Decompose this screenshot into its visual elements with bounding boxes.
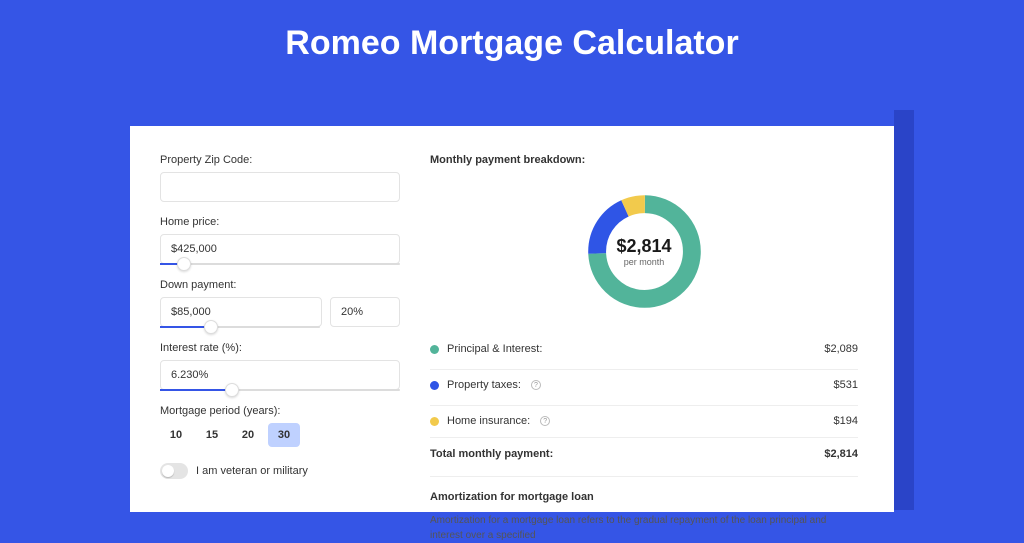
legend-tax-label: Property taxes: [447,379,521,391]
amortization-section: Amortization for mortgage loan Amortizat… [430,476,858,543]
legend-tax: Property taxes: ? $531 [430,370,858,399]
period-20-button[interactable]: 20 [232,423,264,447]
total-label: Total monthly payment: [430,448,553,460]
toggle-knob [162,465,174,477]
legend-ins-value: $194 [834,415,858,427]
rate-group: Interest rate (%): [160,342,400,391]
down-payment-group: Down payment: [160,279,400,328]
total-row: Total monthly payment: $2,814 [430,437,858,470]
home-price-input[interactable] [160,234,400,264]
home-price-slider[interactable] [160,263,400,265]
period-10-button[interactable]: 10 [160,423,192,447]
slider-thumb[interactable] [204,320,218,334]
period-options: 10 15 20 30 [160,423,400,447]
calculator-card: Property Zip Code: Home price: Down paym… [130,126,894,512]
veteran-label: I am veteran or military [196,465,308,477]
down-payment-label: Down payment: [160,279,400,291]
slider-thumb[interactable] [177,257,191,271]
zip-input[interactable] [160,172,400,202]
breakdown-panel: Monthly payment breakdown: $2,814 per mo… [430,154,858,512]
card-shadow [894,110,914,510]
amortization-heading: Amortization for mortgage loan [430,491,858,503]
form-panel: Property Zip Code: Home price: Down paym… [160,154,400,512]
rate-input[interactable] [160,360,400,390]
breakdown-heading: Monthly payment breakdown: [430,154,858,166]
donut-center: $2,814 per month [616,236,671,267]
down-payment-input[interactable] [160,297,322,327]
home-price-group: Home price: [160,216,400,265]
dot-icon [430,345,439,354]
legend-ins: Home insurance: ? $194 [430,406,858,435]
slider-thumb[interactable] [225,383,239,397]
veteran-toggle[interactable] [160,463,188,479]
slider-fill [160,389,232,391]
total-value: $2,814 [824,448,858,460]
dot-icon [430,381,439,390]
rate-label: Interest rate (%): [160,342,400,354]
period-group: Mortgage period (years): 10 15 20 30 [160,405,400,447]
zip-label: Property Zip Code: [160,154,400,166]
donut-chart: $2,814 per month [430,176,858,326]
legend-pi: Principal & Interest: $2,089 [430,334,858,363]
legend-ins-label: Home insurance: [447,415,530,427]
page-title: Romeo Mortgage Calculator [0,0,1024,83]
dot-icon [430,417,439,426]
legend-tax-value: $531 [834,379,858,391]
period-label: Mortgage period (years): [160,405,400,417]
down-payment-pct-input[interactable] [330,297,400,327]
amortization-text: Amortization for a mortgage loan refers … [430,513,858,543]
info-icon[interactable]: ? [531,380,541,390]
period-30-button[interactable]: 30 [268,423,300,447]
rate-slider[interactable] [160,389,400,391]
period-15-button[interactable]: 15 [196,423,228,447]
down-payment-slider[interactable] [160,326,320,328]
legend-pi-value: $2,089 [824,343,858,355]
donut-amount: $2,814 [616,236,671,257]
donut-sub: per month [616,257,671,267]
home-price-label: Home price: [160,216,400,228]
veteran-row: I am veteran or military [160,463,400,479]
info-icon[interactable]: ? [540,416,550,426]
legend-pi-label: Principal & Interest: [447,343,542,355]
zip-group: Property Zip Code: [160,154,400,202]
